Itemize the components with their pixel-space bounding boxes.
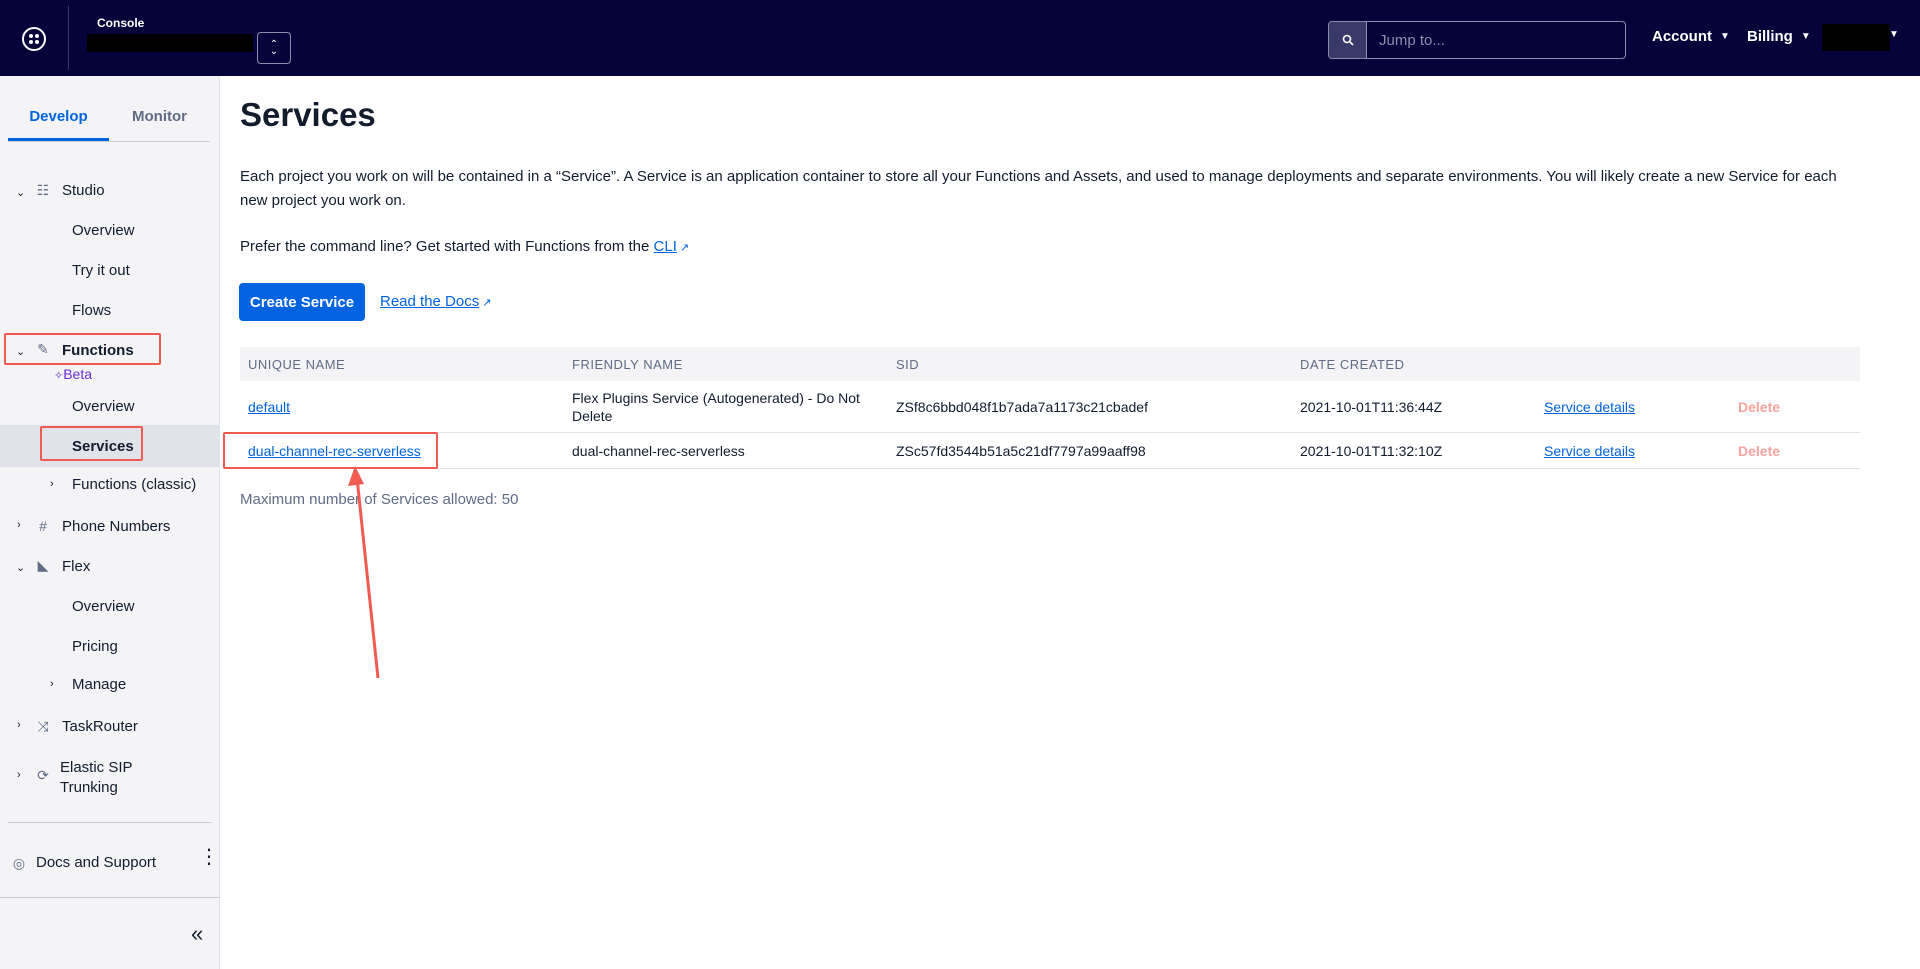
console-label: Console [97, 16, 145, 30]
chevron-right-icon[interactable]: › [17, 519, 21, 531]
sidebar-item-pricing[interactable]: Pricing [72, 638, 118, 655]
chevron-right-icon[interactable]: › [17, 769, 21, 781]
sidebar-item-studio[interactable]: Studio [62, 182, 105, 199]
tab-monitor[interactable]: Monitor [109, 100, 210, 141]
service-sid: ZSc57fd3544b51a5c21df7797a99aaff98 [896, 442, 1146, 459]
external-link-icon: ↗ [679, 242, 690, 254]
service-friendly-name: Flex Plugins Service (Autogenerated) - D… [572, 389, 860, 424]
chevron-down-icon: ⌄ [269, 46, 279, 57]
sidebar-tabs: Develop Monitor [8, 100, 210, 142]
annotation-arrow [348, 466, 380, 679]
sidebar-item-manage[interactable]: Manage [72, 676, 126, 693]
sparkle-icon: ✧ [54, 370, 64, 382]
search-bar [1328, 21, 1626, 59]
billing-label: Billing [1747, 28, 1793, 45]
beta-badge: ✧Beta [54, 366, 92, 382]
sidebar-item-phone-numbers[interactable]: Phone Numbers [62, 518, 170, 535]
header-unique-name: UNIQUE NAME [248, 356, 346, 372]
sidebar-item-functions-classic[interactable]: Functions (classic) [72, 476, 196, 493]
sidebar-item-flex-overview[interactable]: Overview [72, 598, 135, 615]
header-friendly-name: FRIENDLY NAME [572, 356, 683, 372]
header-sid: SID [896, 356, 920, 372]
billing-menu[interactable]: Billing ▼ [1747, 28, 1811, 45]
sidebar-item-docs-support[interactable]: Docs and Support [36, 854, 156, 871]
topbar-divider [68, 6, 69, 70]
chevron-right-icon[interactable]: › [50, 678, 54, 690]
project-switcher-button[interactable]: ⌃ ⌄ [257, 32, 291, 64]
sidebar-item-functions-overview[interactable]: Overview [72, 398, 135, 415]
collapse-sidebar-icon[interactable]: « [191, 921, 203, 947]
logo-icon[interactable] [22, 27, 46, 51]
sidebar-item-taskrouter[interactable]: TaskRouter [62, 718, 138, 735]
chevron-down-icon[interactable]: ⌄ [16, 561, 25, 574]
page-title: Services [240, 96, 376, 133]
hash-icon: # [39, 518, 47, 534]
service-sid: ZSf8c6bbd048f1b7ada7a1173c21cbadef [896, 398, 1148, 415]
project-name-redacted [87, 34, 253, 52]
delete-service-button[interactable]: Delete [1738, 443, 1780, 459]
delete-service-button[interactable]: Delete [1738, 399, 1780, 415]
search-input[interactable] [1367, 22, 1625, 58]
read-docs-link-wrap: Read the Docs ↗ [380, 293, 491, 310]
search-icon[interactable] [1329, 22, 1367, 58]
sidebar-divider [8, 822, 212, 823]
sidebar-item-try-it-out[interactable]: Try it out [72, 262, 130, 279]
chevron-down-icon: ▼ [1720, 31, 1730, 42]
table-row: dual-channel-rec-serverless dual-channel… [240, 433, 1860, 469]
user-menu-redacted[interactable] [1822, 24, 1890, 51]
cli-link[interactable]: CLI [654, 238, 677, 255]
flex-icon: ◣ [37, 556, 49, 573]
sidebar-item-elastic-sip-trunking[interactable]: Elastic SIP Trunking [60, 758, 160, 798]
header-date-created: DATE CREATED [1300, 356, 1405, 372]
sidebar-footer-divider [0, 897, 220, 898]
beta-label: Beta [63, 366, 93, 382]
sip-trunking-icon: ⟳ [37, 766, 49, 783]
chevron-down-icon: ▼ [1889, 29, 1899, 40]
sidebar-item-flex[interactable]: Flex [62, 558, 90, 575]
sidebar-item-studio-overview[interactable]: Overview [72, 222, 135, 239]
top-navigation-bar: Console ⌃ ⌄ Account ▼ Billing ▼ ▼ [0, 0, 1920, 76]
highlight-box-functions [4, 333, 161, 365]
service-date-created: 2021-10-01T11:36:44Z [1300, 398, 1443, 415]
cli-prompt-text: Prefer the command line? Get started wit… [240, 238, 650, 255]
account-menu[interactable]: Account ▼ [1652, 28, 1730, 45]
service-friendly-name: dual-channel-rec-serverless [572, 442, 745, 459]
read-docs-link[interactable]: Read the Docs [380, 293, 479, 310]
external-link-icon: ↗ [482, 297, 492, 309]
sidebar-item-flows[interactable]: Flows [72, 302, 111, 319]
create-service-button[interactable]: Create Service [239, 283, 365, 321]
chevron-right-icon[interactable]: › [50, 478, 54, 490]
studio-icon: ☷ [36, 181, 50, 198]
tab-develop[interactable]: Develop [8, 100, 109, 141]
service-details-link[interactable]: Service details [1544, 399, 1635, 415]
services-table: UNIQUE NAME FRIENDLY NAME SID DATE CREAT… [240, 347, 1860, 469]
highlight-box-services [40, 426, 143, 461]
service-details-link[interactable]: Service details [1544, 443, 1635, 459]
lifebuoy-icon: ◎ [12, 854, 26, 871]
service-unique-name-link[interactable]: default [248, 399, 290, 415]
chevron-down-icon[interactable]: ⌄ [16, 186, 25, 199]
page-description: Each project you work on will be contain… [240, 168, 1837, 209]
table-row: default Flex Plugins Service (Autogenera… [240, 381, 1860, 433]
chevron-right-icon[interactable]: › [17, 719, 21, 731]
max-services-note: Maximum number of Services allowed: 50 [240, 491, 519, 508]
table-header: UNIQUE NAME FRIENDLY NAME SID DATE CREAT… [240, 347, 1860, 381]
more-options-icon[interactable]: ⋮ [199, 847, 219, 867]
chevron-down-icon: ▼ [1800, 31, 1811, 42]
taskrouter-icon: ⤨ [37, 717, 49, 734]
highlight-box-service-link [223, 432, 438, 469]
cli-prompt: Prefer the command line? Get started wit… [240, 238, 689, 255]
service-date-created: 2021-10-01T11:32:10Z [1300, 442, 1443, 459]
account-label: Account [1652, 28, 1712, 45]
